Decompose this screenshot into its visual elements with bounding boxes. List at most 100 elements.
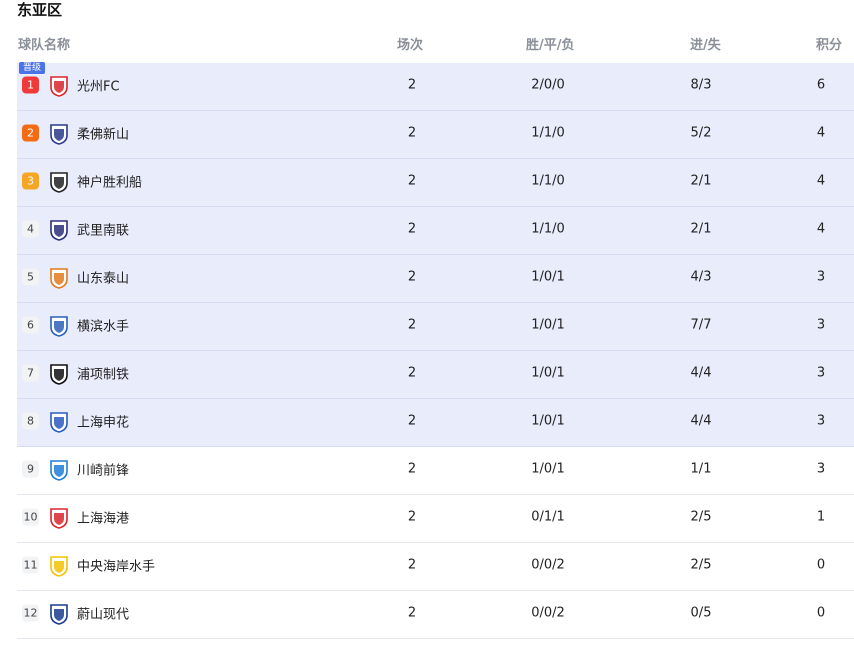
- points-value: 4: [816, 125, 826, 141]
- central-coast-crest-icon: [50, 556, 68, 577]
- table-row[interactable]: 4 武里南联 2 1/1/0 2/1 4: [17, 207, 854, 255]
- rank-badge: 10: [22, 508, 39, 526]
- wdl-value: 1/0/1: [531, 365, 565, 381]
- table-row[interactable]: 7 浦项制铁 2 1/0/1 4/4 3: [17, 351, 854, 399]
- points-value: 1: [816, 509, 826, 525]
- points-value: 0: [816, 605, 826, 621]
- shandong-crest-icon: [50, 268, 68, 289]
- goals-value: 4/3: [690, 269, 712, 285]
- header-team: 球队名称: [18, 38, 71, 53]
- table-row[interactable]: 10 上海海港 2 0/1/1 2/5 1: [17, 495, 854, 543]
- played-value: 2: [407, 365, 417, 381]
- kobe-crest-icon: [50, 172, 68, 193]
- header-wdl: 胜/平/负: [526, 38, 575, 53]
- table-row[interactable]: 11 中央海岸水手 2 0/0/2 2/5 0: [17, 543, 854, 591]
- played-value: 2: [407, 413, 417, 429]
- team-name[interactable]: 武里南联: [77, 220, 129, 239]
- rank-badge: 9: [22, 460, 39, 478]
- rank-badge: 11: [22, 556, 39, 574]
- points-value: 3: [816, 365, 826, 381]
- goals-value: 4/4: [690, 365, 712, 381]
- points-value: 3: [816, 269, 826, 285]
- rank-badge: 3: [22, 172, 39, 190]
- header-points: 积分: [816, 38, 843, 53]
- header-played: 场次: [397, 38, 424, 53]
- wdl-value: 1/0/1: [531, 461, 565, 477]
- goals-value: 5/2: [690, 125, 712, 141]
- table-header: 球队名称 场次 胜/平/负 进/失 积分: [0, 30, 854, 58]
- played-value: 2: [407, 173, 417, 189]
- table-row[interactable]: 9 川崎前锋 2 1/0/1 1/1 3: [17, 447, 854, 495]
- played-value: 2: [407, 317, 417, 333]
- team-name[interactable]: 上海申花: [77, 412, 129, 431]
- buriram-crest-icon: [50, 220, 68, 241]
- played-value: 2: [407, 509, 417, 525]
- rank-badge: 12: [22, 604, 39, 622]
- played-value: 2: [407, 269, 417, 285]
- rank-badge: 7: [22, 364, 39, 382]
- wdl-value: 0/1/1: [531, 509, 565, 525]
- points-value: 3: [816, 317, 826, 333]
- goals-value: 2/5: [690, 509, 712, 525]
- team-name[interactable]: 横滨水手: [77, 316, 129, 335]
- rank-badge: 6: [22, 316, 39, 334]
- team-name[interactable]: 山东泰山: [77, 268, 129, 287]
- table-row[interactable]: 6 横滨水手 2 1/0/1 7/7 3: [17, 303, 854, 351]
- team-name[interactable]: 上海海港: [77, 508, 129, 527]
- goals-value: 7/7: [690, 317, 712, 333]
- table-row[interactable]: 5 山东泰山 2 1/0/1 4/3 3: [17, 255, 854, 303]
- goals-value: 1/1: [690, 461, 712, 477]
- team-name[interactable]: 中央海岸水手: [77, 556, 155, 575]
- rank-badge: 5: [22, 268, 39, 286]
- points-value: 4: [816, 173, 826, 189]
- wdl-value: 1/0/1: [531, 317, 565, 333]
- team-name[interactable]: 蔚山现代: [77, 604, 129, 623]
- wdl-value: 0/0/2: [531, 557, 565, 573]
- rank-badge: 2: [22, 124, 39, 142]
- table-row[interactable]: 2 柔佛新山 2 1/1/0 5/2 4: [17, 111, 854, 159]
- header-goals: 进/失: [690, 38, 721, 53]
- team-name[interactable]: 柔佛新山: [77, 124, 129, 143]
- played-value: 2: [407, 77, 417, 93]
- port-crest-icon: [50, 508, 68, 529]
- wdl-value: 1/1/0: [531, 221, 565, 237]
- played-value: 2: [407, 221, 417, 237]
- kawasaki-crest-icon: [50, 460, 68, 481]
- played-value: 2: [407, 605, 417, 621]
- goals-value: 2/5: [690, 557, 712, 573]
- rank-badge: 8: [22, 412, 39, 430]
- wdl-value: 1/0/1: [531, 269, 565, 285]
- played-value: 2: [407, 461, 417, 477]
- gwangju-crest-icon: [50, 76, 68, 97]
- played-value: 2: [407, 557, 417, 573]
- goals-value: 8/3: [690, 77, 712, 93]
- table-row[interactable]: 3 神户胜利船 2 1/1/0 2/1 4: [17, 159, 854, 207]
- team-name[interactable]: 川崎前锋: [77, 460, 129, 479]
- yokohama-crest-icon: [50, 316, 68, 337]
- team-name[interactable]: 浦项制铁: [77, 364, 129, 383]
- wdl-value: 1/1/0: [531, 125, 565, 141]
- table-row[interactable]: 12 蔚山现代 2 0/0/2 0/5 0: [17, 591, 854, 639]
- wdl-value: 0/0/2: [531, 605, 565, 621]
- table-row[interactable]: 8 上海申花 2 1/0/1 4/4 3: [17, 399, 854, 447]
- goals-value: 4/4: [690, 413, 712, 429]
- points-value: 0: [816, 557, 826, 573]
- table-row[interactable]: 晋级 1 光州FC 2 2/0/0 8/3 6: [17, 62, 854, 111]
- ulsan-crest-icon: [50, 604, 68, 625]
- goals-value: 0/5: [690, 605, 712, 621]
- team-name[interactable]: 神户胜利船: [77, 172, 142, 191]
- standings-table: 晋级 1 光州FC 2 2/0/0 8/3 6 2 柔佛新山 2 1/1/0 5/2 4 3 神户胜利船 2 1…: [17, 62, 854, 639]
- points-value: 4: [816, 221, 826, 237]
- goals-value: 2/1: [690, 221, 712, 237]
- goals-value: 2/1: [690, 173, 712, 189]
- points-value: 3: [816, 413, 826, 429]
- team-name[interactable]: 光州FC: [77, 76, 120, 95]
- shenhua-crest-icon: [50, 412, 68, 433]
- rank-badge: 4: [22, 220, 39, 238]
- wdl-value: 2/0/0: [531, 77, 565, 93]
- points-value: 3: [816, 461, 826, 477]
- pohang-crest-icon: [50, 364, 68, 385]
- points-value: 6: [816, 77, 826, 93]
- promotion-badge: 晋级: [19, 62, 46, 74]
- played-value: 2: [407, 125, 417, 141]
